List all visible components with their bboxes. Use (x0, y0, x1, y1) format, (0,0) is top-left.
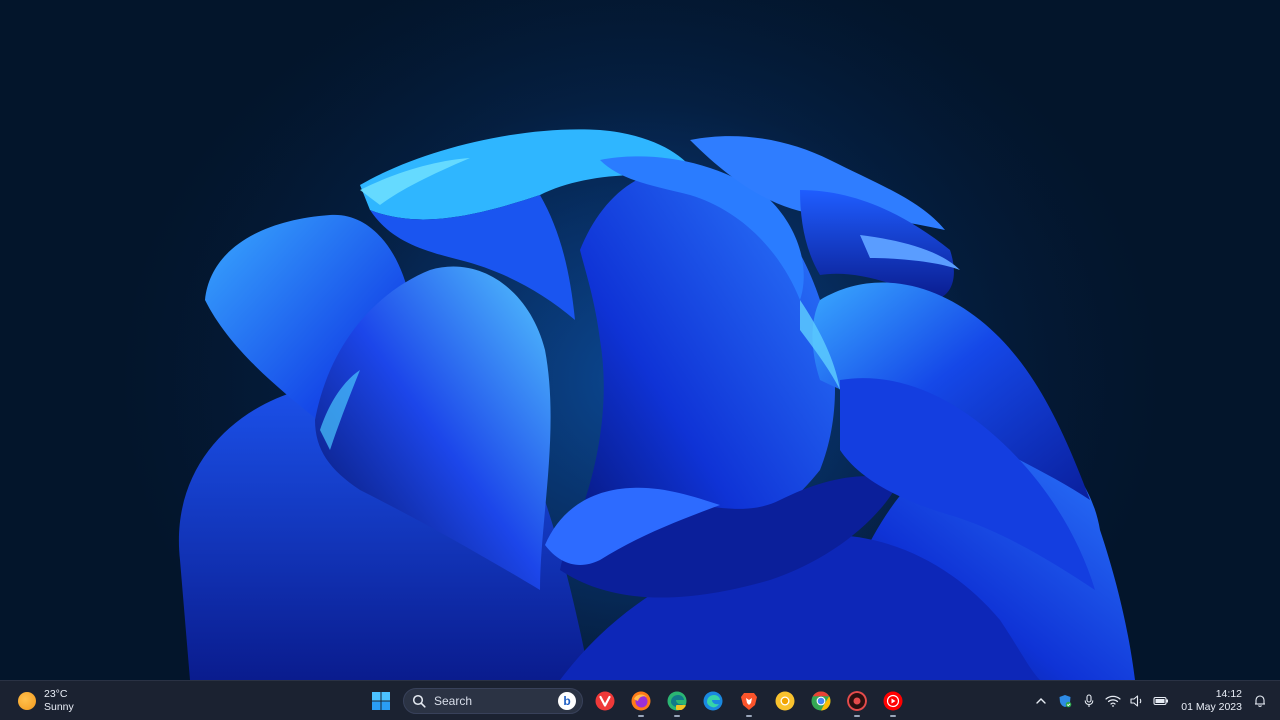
system-tray: 14:12 01 May 2023 (1031, 685, 1270, 717)
clock[interactable]: 14:12 01 May 2023 (1175, 688, 1246, 714)
taskbar: 23°C Sunny Search b 14:12 01 May 2023 (0, 680, 1280, 720)
chevron-up-icon[interactable] (1031, 689, 1051, 713)
edge-canary-icon (667, 691, 687, 711)
running-indicator (638, 715, 644, 717)
edge-canary-button[interactable] (661, 685, 693, 717)
wallpaper-bloom (0, 0, 1280, 680)
edge-icon (703, 691, 723, 711)
chrome-canary-icon (775, 691, 795, 711)
edge-button[interactable] (697, 685, 729, 717)
volume-icon[interactable] (1127, 689, 1147, 713)
wifi-icon[interactable] (1103, 689, 1123, 713)
weather-temperature: 23°C (44, 688, 68, 700)
search-label: Search (434, 694, 473, 708)
chrome-icon (811, 691, 831, 711)
firefox-button[interactable] (625, 685, 657, 717)
running-indicator (674, 715, 680, 717)
weather-condition: Sunny (44, 701, 74, 713)
weather-text: 23°C Sunny (44, 688, 74, 714)
record-icon (847, 691, 867, 711)
desktop (0, 0, 1280, 680)
brave-icon (741, 693, 757, 710)
sun-icon (18, 692, 36, 710)
chrome-button[interactable] (805, 685, 837, 717)
youtube-music-icon (883, 691, 903, 711)
running-indicator (890, 715, 896, 717)
running-indicator (854, 715, 860, 717)
chrome-canary-button[interactable] (769, 685, 801, 717)
screen-recorder-button[interactable] (841, 685, 873, 717)
running-indicator (746, 715, 752, 717)
taskbar-center: Search b (365, 684, 909, 718)
search-icon (412, 694, 426, 708)
defender-icon[interactable] (1055, 689, 1075, 713)
microphone-icon[interactable] (1079, 689, 1099, 713)
youtube-music-button[interactable] (877, 685, 909, 717)
search-box[interactable]: Search b (403, 688, 583, 714)
brave-button[interactable] (733, 685, 765, 717)
bing-icon[interactable]: b (558, 692, 576, 710)
vivaldi-icon (595, 691, 615, 711)
windows-logo-icon (372, 692, 390, 710)
notification-bell-icon[interactable] (1250, 689, 1270, 713)
start-button[interactable] (365, 685, 397, 717)
weather-widget[interactable]: 23°C Sunny (12, 685, 80, 717)
clock-date: 01 May 2023 (1181, 701, 1242, 713)
battery-icon[interactable] (1151, 689, 1171, 713)
vivaldi-button[interactable] (589, 685, 621, 717)
clock-time: 14:12 (1215, 688, 1242, 700)
firefox-icon (631, 691, 651, 711)
